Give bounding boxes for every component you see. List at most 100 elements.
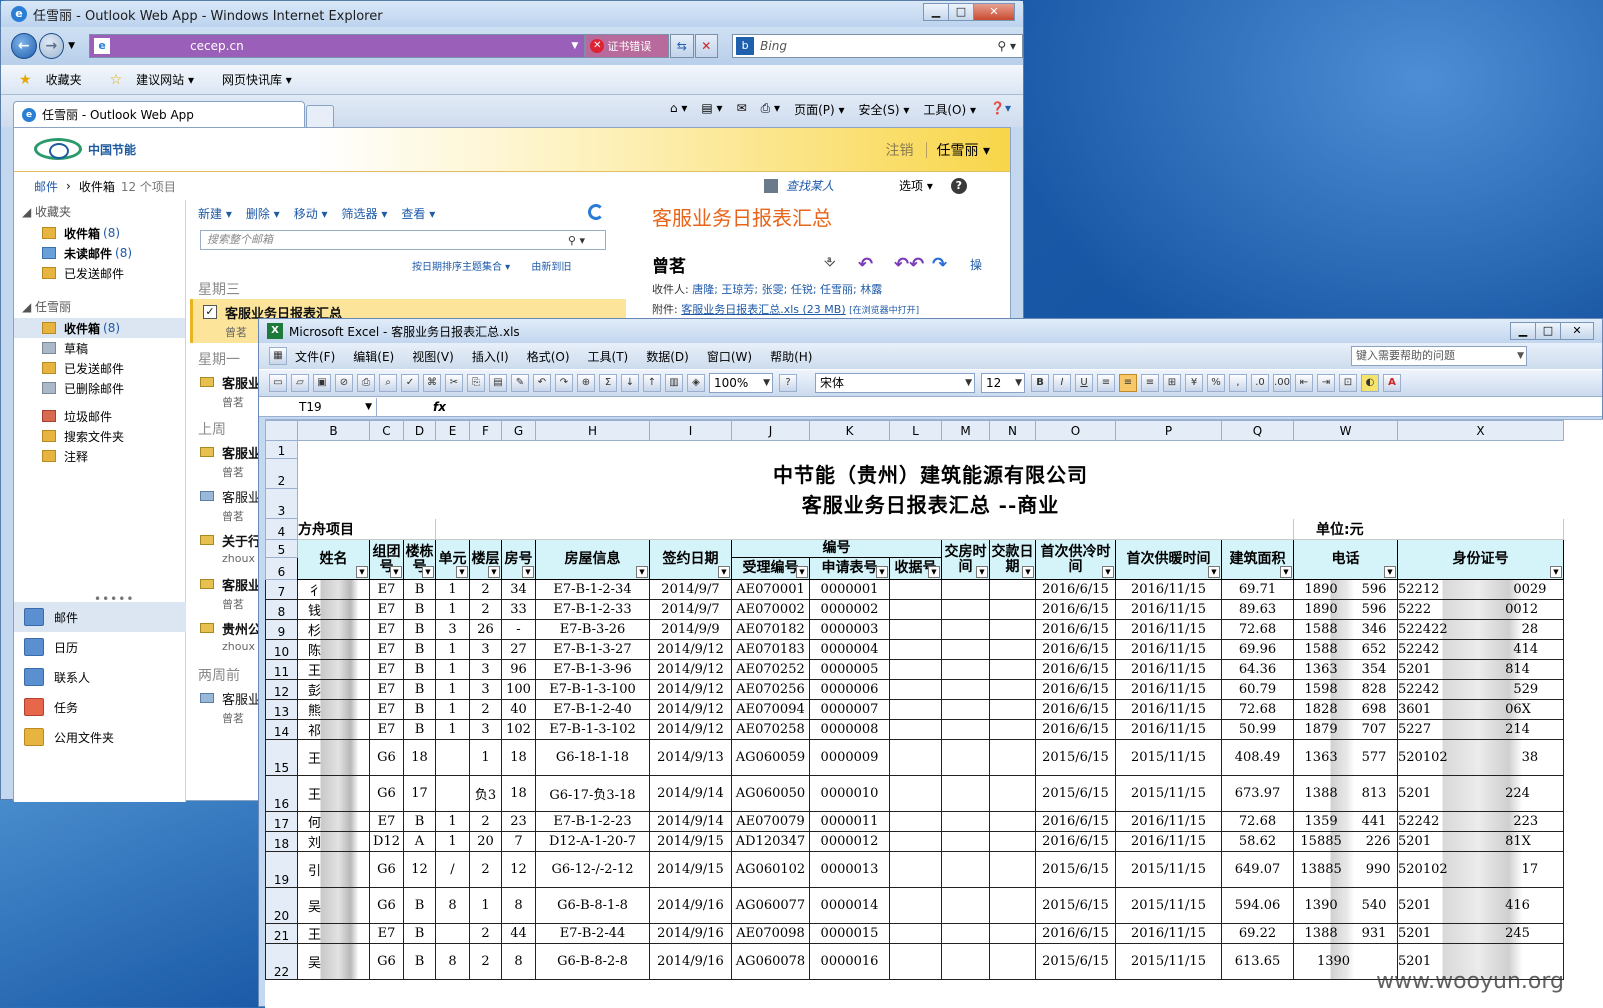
cell-first-heat[interactable]: 2015/11/15 xyxy=(1115,943,1222,980)
cell-name[interactable]: 王 xyxy=(297,659,370,680)
merge-center-icon[interactable]: ⊞ xyxy=(1163,374,1181,392)
cell-building[interactable]: 12 xyxy=(403,851,436,888)
filter-dropdown-icon[interactable]: ▼ xyxy=(1384,566,1396,578)
menu-tools[interactable]: 工具(T) xyxy=(588,348,629,365)
cell-id[interactable]: 5201 245 xyxy=(1397,923,1564,944)
cell-accept-no[interactable]: AE070258 xyxy=(731,719,810,740)
filter-dropdown-icon[interactable]: ▼ xyxy=(1022,566,1034,578)
cell-room[interactable]: 7 xyxy=(501,831,536,852)
column-header[interactable]: H xyxy=(535,420,650,441)
cell-receipt[interactable] xyxy=(889,775,942,812)
cell-floor[interactable]: 2 xyxy=(469,579,502,600)
cell-building[interactable]: B xyxy=(403,599,436,620)
increase-decimal-icon[interactable]: .0 xyxy=(1251,374,1269,392)
cell-first-cool[interactable]: 2016/6/15 xyxy=(1035,599,1116,620)
name-box[interactable]: T19 xyxy=(259,397,377,416)
cell-room[interactable]: 23 xyxy=(501,811,536,832)
module-mail[interactable]: 邮件 xyxy=(14,602,186,632)
cell-unit[interactable]: 1 xyxy=(435,831,470,852)
cell-first-heat[interactable]: 2015/11/15 xyxy=(1115,851,1222,888)
cell-id[interactable]: 5227 214 xyxy=(1397,719,1564,740)
cell-house[interactable]: D12-A-1-20-7 xyxy=(535,831,650,852)
cell-room[interactable]: 8 xyxy=(501,943,536,980)
header-building[interactable]: 楼栋号 ▼ xyxy=(403,539,436,580)
header-number[interactable]: 编号 xyxy=(731,539,942,558)
user-menu[interactable]: 任雪丽 ▾ xyxy=(937,140,990,160)
cell-accept-no[interactable]: AD120347 xyxy=(731,831,810,852)
filter-dropdown-icon[interactable]: ▼ xyxy=(1280,566,1292,578)
sort-asc-icon[interactable]: ↓ xyxy=(621,374,639,392)
cell-house[interactable]: G6-18-1-18 xyxy=(535,739,650,776)
cell-building[interactable]: B xyxy=(403,659,436,680)
favorites-button[interactable]: ★ 收藏夹 xyxy=(19,71,96,88)
cell-area[interactable]: 649.07 xyxy=(1221,851,1294,888)
cell-handover[interactable] xyxy=(941,599,990,620)
cell-accept-no[interactable]: AE070002 xyxy=(731,599,810,620)
header-first-heat[interactable]: 首次供暖时间 ▼ xyxy=(1115,539,1222,580)
reply-icon[interactable]: ↶ xyxy=(858,254,873,275)
cell-area[interactable]: 58.62 xyxy=(1221,831,1294,852)
header-area[interactable]: 建筑面积 ▼ xyxy=(1221,539,1294,580)
cell-receipt[interactable] xyxy=(889,699,942,720)
row-header[interactable]: 22 xyxy=(265,943,298,980)
cell-sign-date[interactable]: 2014/9/14 xyxy=(649,811,732,832)
cell-pay-date[interactable] xyxy=(989,943,1036,980)
cell-room[interactable]: 44 xyxy=(501,923,536,944)
column-header[interactable]: X xyxy=(1397,420,1564,441)
cell-phone[interactable]: 1388 813 xyxy=(1293,775,1398,812)
module-calendar[interactable]: 日历 xyxy=(14,632,186,662)
fav-unread[interactable]: 未读邮件 (8) xyxy=(14,243,185,263)
page-menu[interactable]: 页面(P) ▾ xyxy=(794,101,844,118)
cell-apply-no[interactable]: 0000002 xyxy=(809,599,890,620)
sort-desc-icon[interactable]: ↑ xyxy=(643,374,661,392)
folder-junk[interactable]: 垃圾邮件 xyxy=(14,406,185,426)
cell-first-cool[interactable]: 2016/6/15 xyxy=(1035,831,1116,852)
cell-first-heat[interactable]: 2016/11/15 xyxy=(1115,579,1222,600)
cell-id[interactable]: 52242 414 xyxy=(1397,639,1564,660)
cell-unit[interactable]: / xyxy=(435,851,470,888)
cell-receipt[interactable] xyxy=(889,619,942,640)
header-name[interactable]: 姓名 ▼ xyxy=(297,539,370,580)
delete-button[interactable]: 删除 ▾ xyxy=(246,205,280,222)
maximize-button[interactable]: □ xyxy=(948,3,974,21)
favorites-header[interactable]: ◢ 收藏夹 xyxy=(14,200,185,223)
cell-id[interactable]: 52242 223 xyxy=(1397,811,1564,832)
cell-first-heat[interactable]: 2015/11/15 xyxy=(1115,775,1222,812)
cell-accept-no[interactable]: AE070001 xyxy=(731,579,810,600)
print-preview-icon[interactable]: ⌕ xyxy=(379,374,397,392)
cell-unit[interactable]: 3 xyxy=(435,619,470,640)
cell-accept-no[interactable]: AE070094 xyxy=(731,699,810,720)
row-header[interactable]: 20 xyxy=(265,887,298,924)
cell-first-cool[interactable]: 2015/6/15 xyxy=(1035,775,1116,812)
decrease-indent-icon[interactable]: ⇤ xyxy=(1295,374,1313,392)
minimize-button[interactable]: ▁ xyxy=(923,3,949,21)
cell-floor[interactable]: 3 xyxy=(469,679,502,700)
row-header[interactable]: 10 xyxy=(265,639,298,660)
cell-receipt[interactable] xyxy=(889,831,942,852)
stop-icon[interactable]: ✕ xyxy=(694,34,719,58)
cell-area[interactable]: 64.36 xyxy=(1221,659,1294,680)
cell-handover[interactable] xyxy=(941,887,990,924)
cell-building[interactable]: B xyxy=(403,811,436,832)
search-icon[interactable]: ⚲ ▾ xyxy=(997,39,1016,53)
header-accept-no[interactable]: 受理编号 ▼ xyxy=(731,557,810,580)
cell-first-cool[interactable]: 2016/6/15 xyxy=(1035,619,1116,640)
cell-group[interactable]: G6 xyxy=(369,887,404,924)
cell-accept-no[interactable]: AE070252 xyxy=(731,659,810,680)
cell-floor[interactable]: 2 xyxy=(469,851,502,888)
row-header[interactable]: 6 xyxy=(265,557,298,580)
header-group[interactable]: 组团号 ▼ xyxy=(369,539,404,580)
cell-floor[interactable]: 1 xyxy=(469,739,502,776)
cell-area[interactable]: 72.68 xyxy=(1221,619,1294,640)
cell-building[interactable]: B xyxy=(403,887,436,924)
print-icon[interactable]: ⎙ ▾ xyxy=(761,101,780,118)
cell-floor[interactable]: 20 xyxy=(469,831,502,852)
cell-floor[interactable]: 1 xyxy=(469,887,502,924)
cell-phone[interactable]: 13885 990 xyxy=(1293,851,1398,888)
cell-accept-no[interactable]: AG060050 xyxy=(731,775,810,812)
cell-first-cool[interactable]: 2016/6/15 xyxy=(1035,719,1116,740)
column-header[interactable]: I xyxy=(649,420,732,441)
column-header[interactable]: M xyxy=(941,420,990,441)
header-id[interactable]: 身份证号 ▼ xyxy=(1397,539,1564,580)
cell-receipt[interactable] xyxy=(889,739,942,776)
